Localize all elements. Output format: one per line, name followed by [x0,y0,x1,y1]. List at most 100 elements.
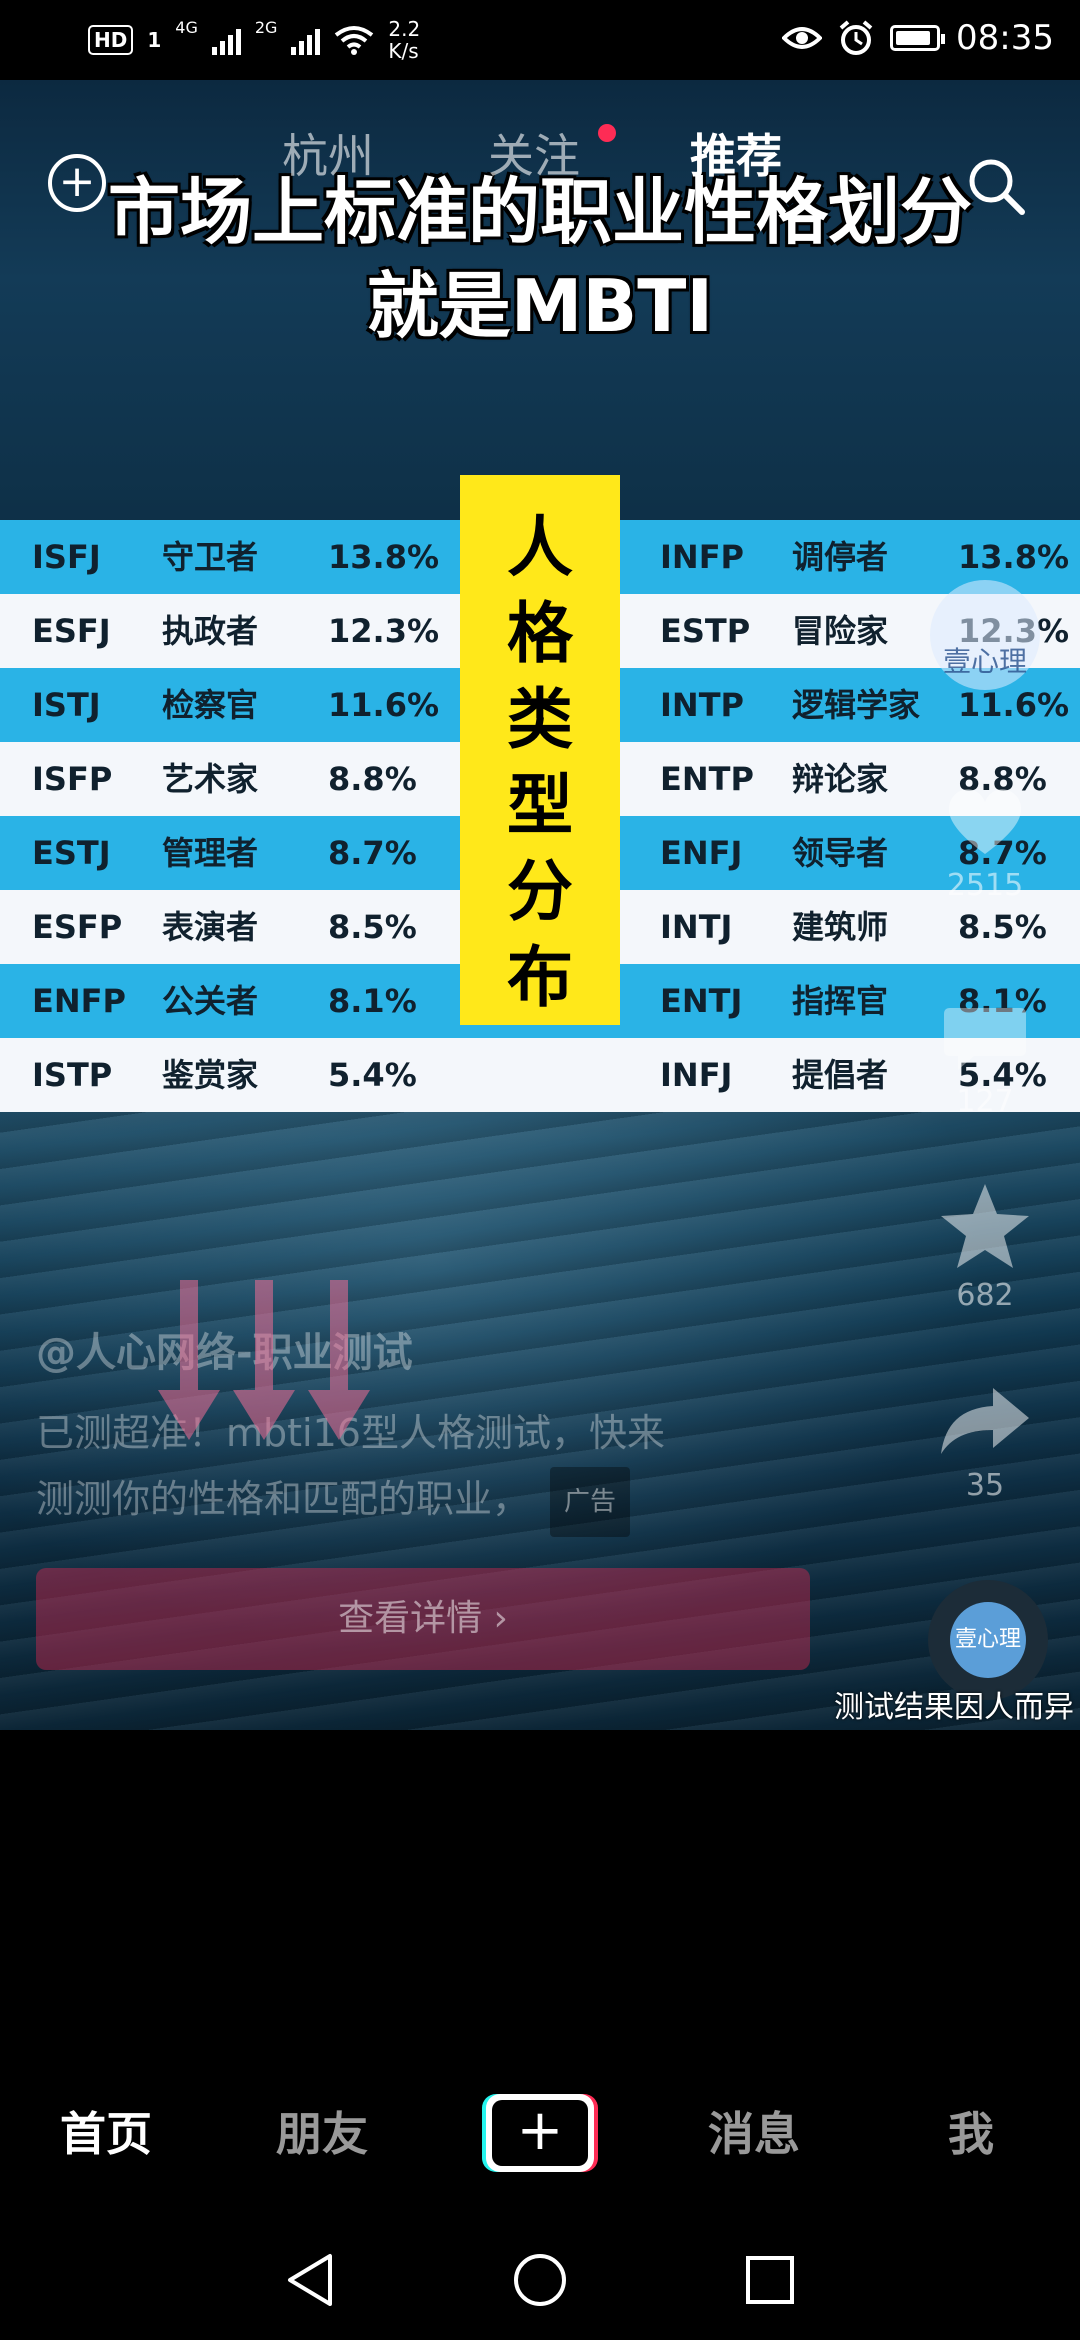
sim-slot: 1 [147,28,162,52]
caption-line-2: 测测你的性格和匹配的职业， 广告 [36,1466,816,1537]
center-label-char: 型 [507,767,573,844]
share-icon [941,1388,1029,1454]
left-name: 鉴赏家 [162,1056,259,1094]
disclaimer-text: 测试结果因人而异 [834,1690,1074,1725]
center-label-char: 类 [507,681,573,758]
left-code: ENFP [32,982,126,1020]
right-code: INFP [660,538,744,576]
comment-count: 127 [956,1084,1014,1119]
network-type-1: 4G [175,18,198,37]
left-name: 执政者 [162,612,259,650]
wifi-icon [335,26,374,55]
status-left: HD 1 4G 2G 2.2 K/s [88,18,420,62]
tab-recommend[interactable]: 推荐 [690,120,782,186]
left-pct: 8.5% [328,908,417,946]
right-name: 提倡者 [792,1056,889,1094]
bottom-nav: 首页 朋友 + 消息 我 [0,2080,1080,2190]
hd-badge: HD [88,25,134,55]
right-code: ENTJ [660,982,743,1020]
left-code: ESFP [32,908,123,946]
system-nav-bar [0,2220,1080,2340]
right-code: ENTP [660,760,754,798]
speed-unit: K/s [388,39,419,63]
favorite-button[interactable]: 682 [930,1180,1040,1313]
status-bar: HD 1 4G 2G 2.2 K/s 08:35 [0,0,1080,80]
star-icon [941,1184,1029,1268]
left-pct: 5.4% [328,1056,417,1094]
left-code: ESTJ [32,834,111,872]
left-name: 检察官 [162,686,259,724]
tab-following[interactable]: 关注 [488,120,580,186]
right-name: 冒险家 [792,612,889,650]
left-pct: 13.8% [328,538,440,576]
right-name: 指挥官 [792,982,889,1020]
avatar-label: 壹心理 [942,645,1027,678]
network-speed: 2.2 K/s [388,18,420,62]
like-count: 2515 [946,868,1024,903]
right-code: INTJ [660,908,733,946]
left-code: ISTP [32,1056,113,1094]
left-name: 艺术家 [162,760,259,798]
arrows-decoration [158,1280,370,1440]
right-name: 逻辑学家 [792,686,921,724]
search-icon[interactable] [964,154,1028,218]
clock: 08:35 [956,18,1054,58]
left-code: ISTJ [32,686,101,724]
left-code: ISFP [32,760,113,798]
right-code: ENFJ [660,834,743,872]
status-right: 08:35 [782,18,1054,58]
home-icon[interactable] [512,2252,568,2308]
right-name: 建筑师 [792,908,889,946]
ad-badge: 广告 [550,1466,631,1537]
alarm-icon [839,20,873,55]
battery-icon [890,25,946,51]
signal-icon-2 [291,25,321,55]
right-code: ESTP [660,612,751,650]
center-label-char: 分 [507,853,573,930]
music-disc-label: 壹心理 [950,1602,1026,1678]
nav-me[interactable]: 我 [948,2098,994,2164]
caption-line-2-text: 测测你的性格和匹配的职业， [36,1477,531,1521]
left-pct: 8.1% [328,982,417,1020]
left-code: ESFJ [32,612,111,650]
create-button[interactable]: + [482,2094,598,2172]
nav-home[interactable]: 首页 [60,2098,152,2164]
left-name: 管理者 [162,834,259,872]
top-nav: + 杭州 关注 推荐 [0,120,1080,215]
signal-icon [211,25,241,55]
left-pct: 8.8% [328,760,417,798]
comment-icon [944,1008,1026,1070]
add-live-button[interactable]: + [48,154,106,212]
center-label-char: 布 [507,939,573,1016]
right-code: INFJ [660,1056,733,1094]
creator-avatar[interactable]: 壹心理 [930,580,1040,690]
headline-line-2: 就是MBTI [366,264,714,348]
nav-friends[interactable]: 朋友 [276,2098,368,2164]
right-name: 调停者 [792,538,889,576]
video-headline: 市场上标准的职业性格划分 就是MBTI [0,165,1080,353]
center-label-char: 格 [507,595,573,672]
share-button[interactable]: 35 [930,1380,1040,1503]
recents-icon[interactable] [744,2254,796,2306]
right-name: 辩论家 [792,760,889,798]
like-button[interactable]: 2515 [930,780,1040,903]
favorite-count: 682 [956,1278,1014,1313]
view-details-button[interactable]: 查看详情 › [36,1568,810,1670]
heart-icon [948,789,1022,854]
back-icon[interactable] [282,2250,338,2310]
table-row: ISTP 鉴赏家 5.4% INFJ 提倡者 5.4% [0,1038,1080,1112]
left-pct: 8.7% [328,834,417,872]
left-name: 守卫者 [162,538,259,576]
left-pct: 12.3% [328,612,440,650]
video-player[interactable]: 市场上标准的职业性格划分 就是MBTI + 杭州 关注 推荐 ISFJ 守卫者 13… [0,80,1080,1730]
left-code: ISFJ [32,538,101,576]
comment-button[interactable]: 127 [930,1000,1040,1119]
eye-icon [782,27,823,49]
speed-value: 2.2 [388,17,421,41]
right-code: INTP [660,686,744,724]
left-name: 公关者 [162,982,259,1020]
tab-hangzhou[interactable]: 杭州 [282,120,374,186]
plus-icon: + [492,2100,588,2166]
left-pct: 11.6% [328,686,440,724]
nav-messages[interactable]: 消息 [708,2098,800,2164]
